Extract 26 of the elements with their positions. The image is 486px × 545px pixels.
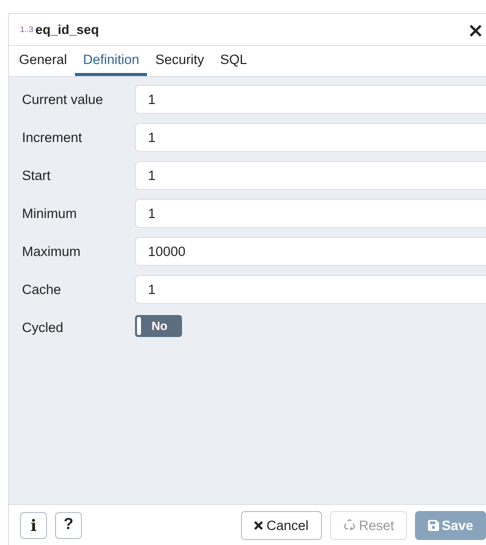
toggle-switch[interactable]: No (135, 314, 182, 336)
field-label: Current value (21, 92, 104, 107)
field-label: Maximum (21, 244, 82, 259)
field-label: Cache (21, 282, 62, 297)
input-field[interactable]: 1 (135, 123, 486, 152)
cancel-button[interactable]: Cancel (241, 510, 322, 540)
input-field[interactable]: 1 (135, 85, 486, 114)
close-button[interactable]: × (467, 20, 486, 40)
info-button[interactable]: i (20, 512, 47, 538)
close-icon (254, 520, 264, 530)
help-button[interactable]: ? (55, 512, 82, 538)
tab[interactable]: General (11, 46, 76, 76)
input-field[interactable]: 10000 (135, 237, 486, 266)
input-field[interactable]: 1 (135, 275, 486, 304)
input-field[interactable]: 1 (135, 161, 486, 190)
floppy-icon (428, 520, 439, 530)
tab[interactable]: SQL (212, 46, 256, 76)
recycle-icon (342, 519, 356, 531)
sequence-icon: 1..3 (20, 25, 34, 34)
field-label: Cycled (21, 320, 64, 335)
tab[interactable]: Security (147, 46, 212, 76)
field-label: Start (21, 168, 52, 183)
input-field[interactable]: 1 (135, 199, 486, 228)
field-label: Minimum (21, 206, 78, 221)
dialog-title: eq_id_seq (35, 22, 100, 37)
field-label: Increment (21, 130, 84, 145)
